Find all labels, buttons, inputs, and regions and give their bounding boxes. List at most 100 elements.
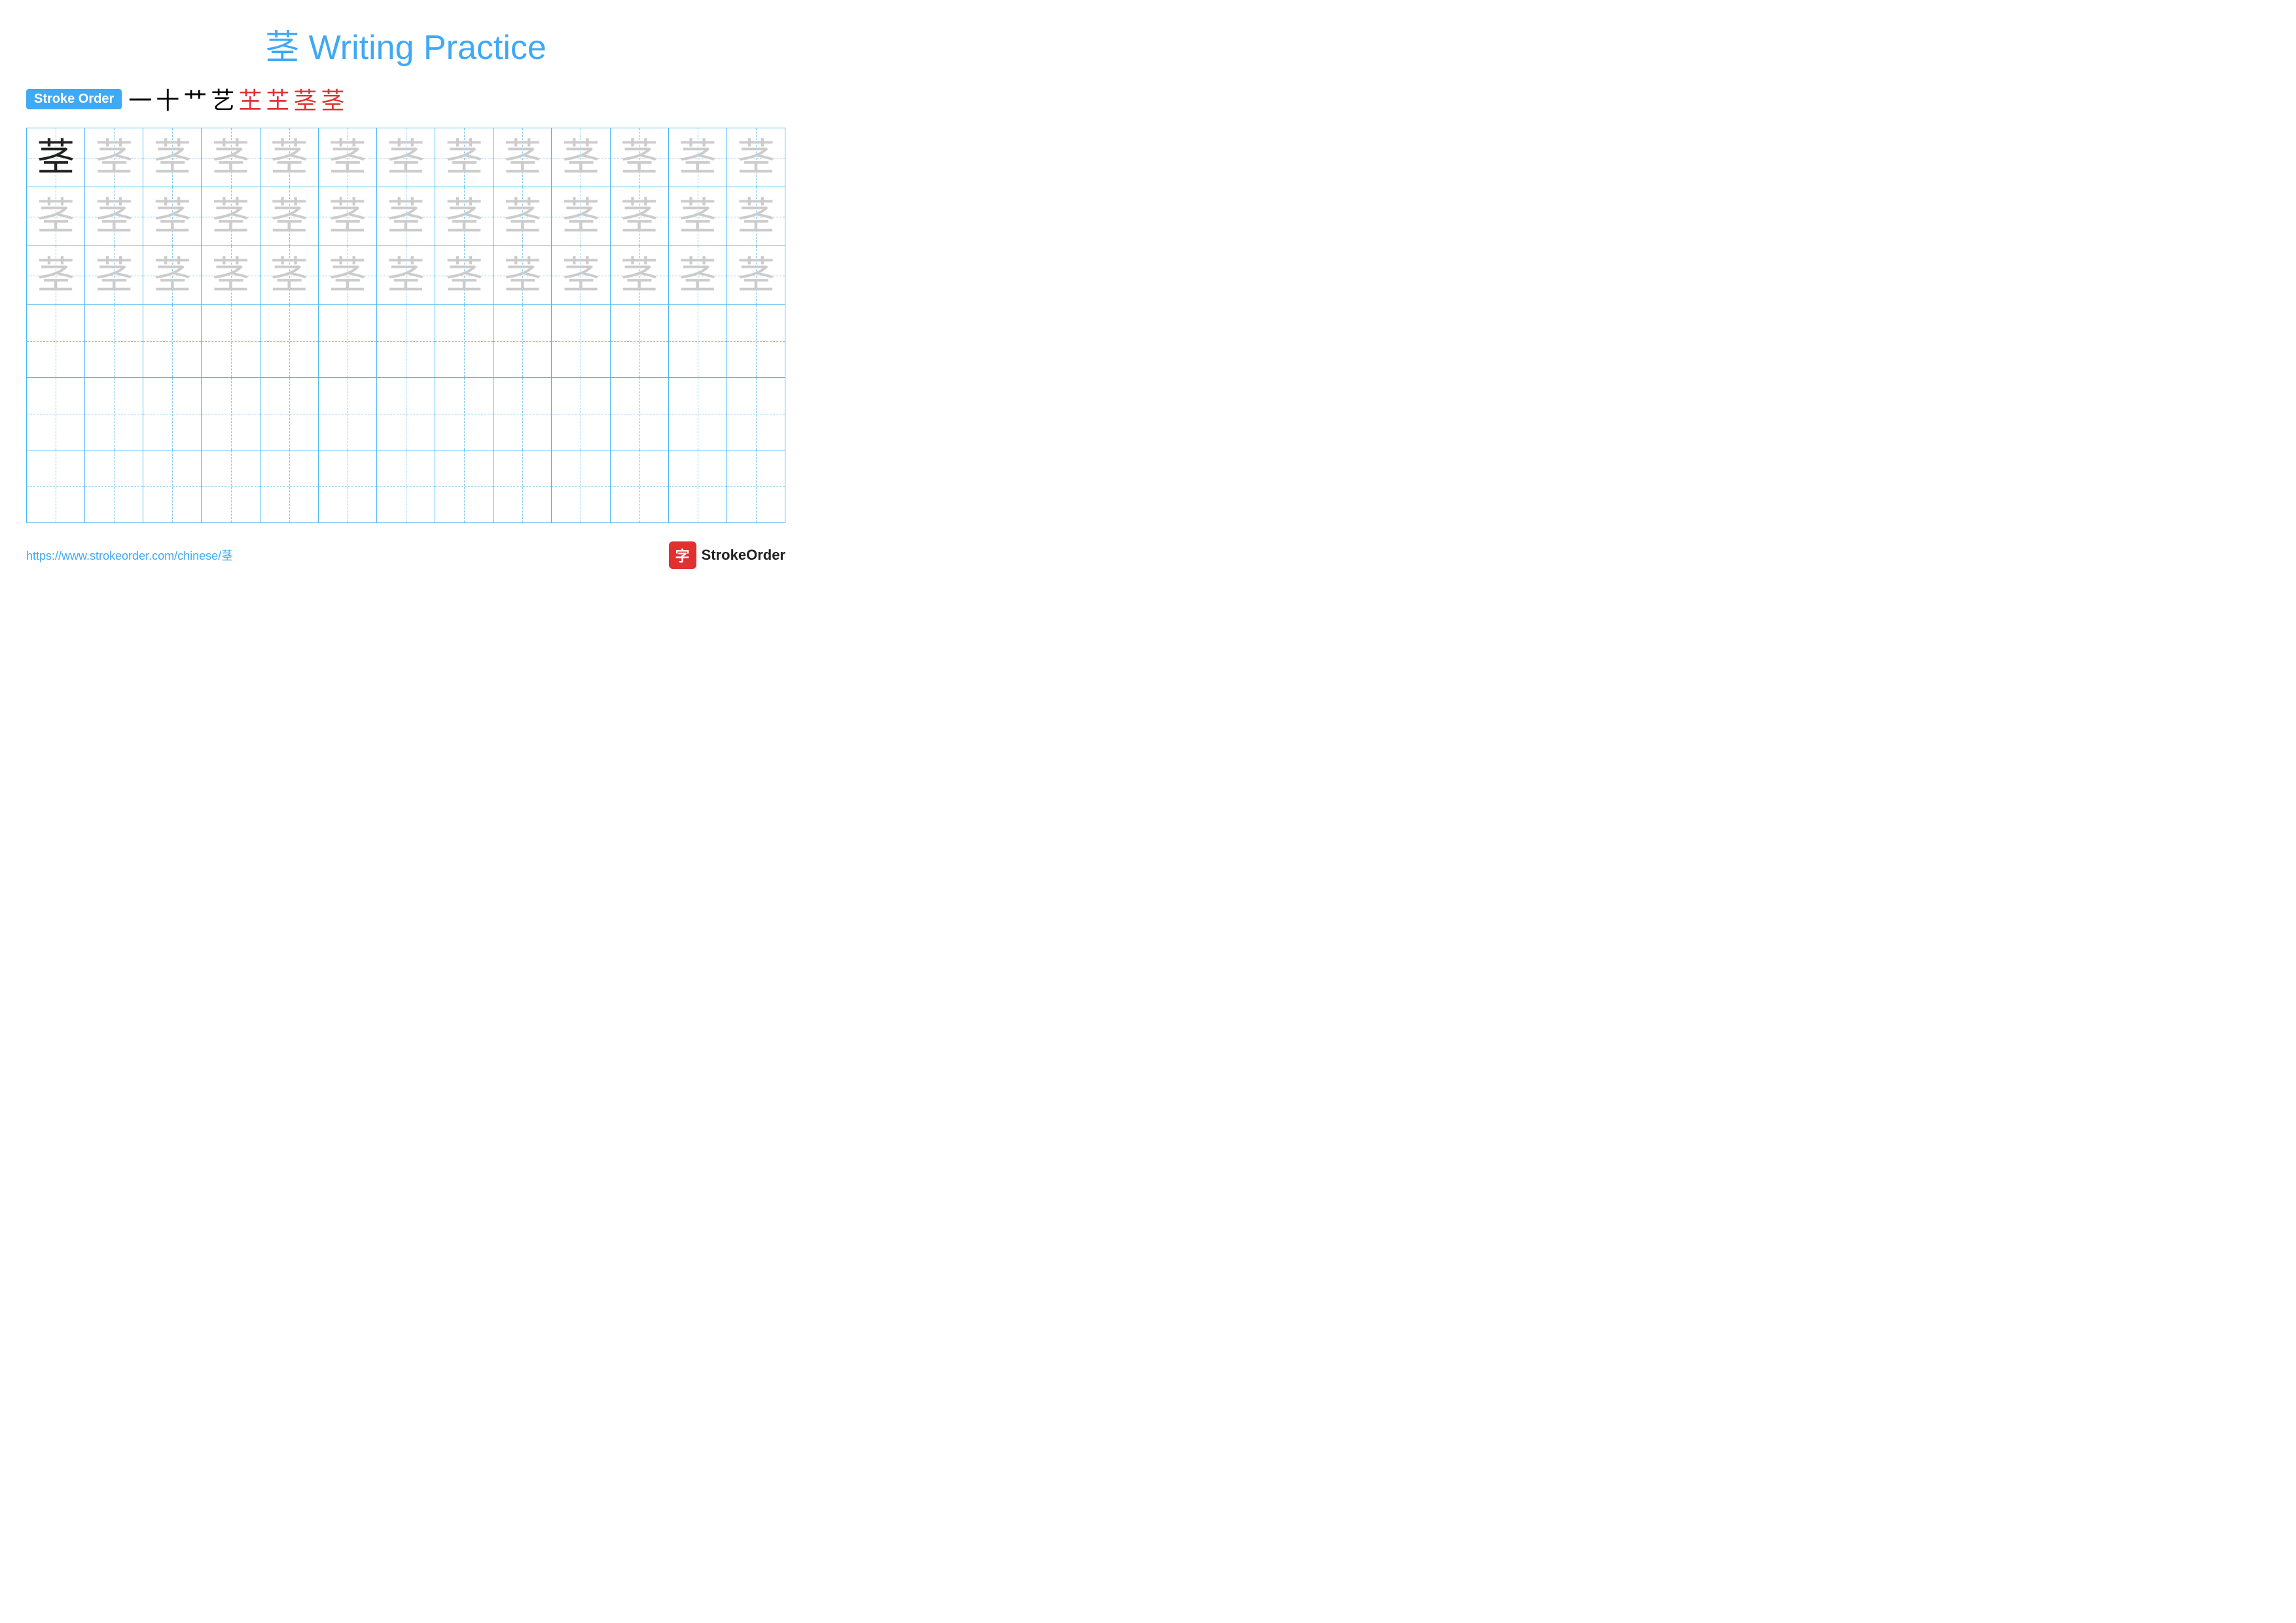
grid-cell[interactable]: 茎 [85, 128, 143, 187]
grid-cell[interactable]: 茎 [552, 187, 610, 246]
grid-row-3 [27, 305, 785, 378]
grid-cell[interactable] [260, 305, 319, 377]
practice-char: 茎 [679, 139, 717, 177]
stroke-6: 芏 [266, 82, 289, 116]
grid-cell[interactable]: 茎 [143, 187, 202, 246]
grid-cell[interactable]: 茎 [319, 246, 377, 304]
grid-cell[interactable] [143, 450, 202, 522]
grid-row-5 [27, 450, 785, 522]
grid-cell[interactable] [727, 378, 785, 450]
grid-cell[interactable]: 茎 [85, 187, 143, 246]
practice-char: 茎 [503, 198, 541, 236]
grid-cell[interactable] [319, 378, 377, 450]
grid-cell[interactable] [493, 305, 552, 377]
grid-cell[interactable] [85, 450, 143, 522]
grid-cell[interactable] [260, 450, 319, 522]
grid-cell[interactable] [435, 450, 493, 522]
stroke-5: 芏 [238, 82, 262, 116]
footer-brand: 字 StrokeOrder [669, 541, 785, 569]
practice-char: 茎 [445, 198, 483, 236]
grid-cell[interactable]: 茎 [260, 187, 319, 246]
grid-cell[interactable] [143, 305, 202, 377]
grid-cell[interactable]: 茎 [611, 187, 669, 246]
grid-cell[interactable] [552, 305, 610, 377]
grid-cell[interactable] [27, 305, 85, 377]
grid-cell[interactable] [552, 450, 610, 522]
grid-row-1: 茎茎茎茎茎茎茎茎茎茎茎茎茎 [27, 187, 785, 246]
grid-cell[interactable]: 茎 [260, 128, 319, 187]
grid-cell[interactable] [611, 378, 669, 450]
grid-cell[interactable]: 茎 [435, 246, 493, 304]
grid-cell[interactable] [377, 378, 435, 450]
grid-row-0: 茎茎茎茎茎茎茎茎茎茎茎茎茎 [27, 128, 785, 187]
grid-cell[interactable]: 茎 [435, 187, 493, 246]
grid-cell[interactable]: 茎 [143, 246, 202, 304]
grid-cell[interactable] [435, 305, 493, 377]
grid-cell[interactable] [202, 378, 260, 450]
stroke-8: 茎 [321, 82, 344, 116]
grid-cell[interactable] [611, 305, 669, 377]
footer: https://www.strokeorder.com/chinese/茎 字 … [26, 541, 785, 569]
grid-cell[interactable] [377, 305, 435, 377]
grid-cell[interactable] [85, 378, 143, 450]
grid-cell[interactable] [85, 305, 143, 377]
grid-cell[interactable] [727, 450, 785, 522]
grid-cell[interactable]: 茎 [27, 187, 85, 246]
grid-cell[interactable]: 茎 [669, 128, 727, 187]
grid-cell[interactable]: 茎 [319, 187, 377, 246]
grid-cell[interactable]: 茎 [493, 187, 552, 246]
grid-cell[interactable] [493, 378, 552, 450]
practice-char: 茎 [387, 257, 425, 295]
grid-cell[interactable] [669, 450, 727, 522]
grid-cell[interactable] [143, 378, 202, 450]
grid-cell[interactable] [27, 378, 85, 450]
stroke-4: 艺 [211, 82, 234, 116]
grid-cell[interactable]: 茎 [202, 246, 260, 304]
grid-cell[interactable]: 茎 [202, 128, 260, 187]
grid-cell[interactable]: 茎 [260, 246, 319, 304]
practice-char: 茎 [679, 198, 717, 236]
grid-cell[interactable] [669, 378, 727, 450]
grid-cell[interactable] [435, 378, 493, 450]
grid-cell[interactable]: 茎 [377, 128, 435, 187]
grid-cell[interactable] [669, 305, 727, 377]
grid-cell[interactable] [27, 450, 85, 522]
grid-cell[interactable]: 茎 [669, 246, 727, 304]
stroke-7: 茎 [293, 82, 317, 116]
grid-cell[interactable]: 茎 [27, 128, 85, 187]
grid-cell[interactable] [377, 450, 435, 522]
grid-cell[interactable]: 茎 [727, 187, 785, 246]
grid-cell[interactable]: 茎 [377, 246, 435, 304]
grid-cell[interactable] [319, 305, 377, 377]
grid-cell[interactable]: 茎 [552, 128, 610, 187]
grid-cell[interactable]: 茎 [552, 246, 610, 304]
practice-char: 茎 [503, 139, 541, 177]
grid-cell[interactable]: 茎 [319, 128, 377, 187]
grid-cell[interactable] [611, 450, 669, 522]
grid-cell[interactable] [202, 450, 260, 522]
grid-cell[interactable] [319, 450, 377, 522]
grid-cell[interactable]: 茎 [202, 187, 260, 246]
grid-cell[interactable]: 茎 [727, 128, 785, 187]
brand-char: 字 [675, 545, 690, 566]
grid-cell[interactable] [260, 378, 319, 450]
grid-cell[interactable] [727, 305, 785, 377]
grid-cell[interactable]: 茎 [493, 128, 552, 187]
grid-cell[interactable]: 茎 [611, 246, 669, 304]
grid-cell[interactable]: 茎 [669, 187, 727, 246]
grid-cell[interactable]: 茎 [85, 246, 143, 304]
practice-char: 茎 [37, 198, 75, 236]
grid-cell[interactable] [493, 450, 552, 522]
stroke-2: 十 [156, 82, 179, 116]
grid-cell[interactable]: 茎 [727, 246, 785, 304]
grid-cell[interactable]: 茎 [143, 128, 202, 187]
grid-cell[interactable]: 茎 [493, 246, 552, 304]
grid-cell[interactable]: 茎 [435, 128, 493, 187]
practice-char: 茎 [620, 198, 658, 236]
grid-cell[interactable]: 茎 [377, 187, 435, 246]
grid-cell[interactable] [202, 305, 260, 377]
footer-url[interactable]: https://www.strokeorder.com/chinese/茎 [26, 547, 233, 564]
grid-cell[interactable] [552, 378, 610, 450]
grid-cell[interactable]: 茎 [611, 128, 669, 187]
grid-cell[interactable]: 茎 [27, 246, 85, 304]
